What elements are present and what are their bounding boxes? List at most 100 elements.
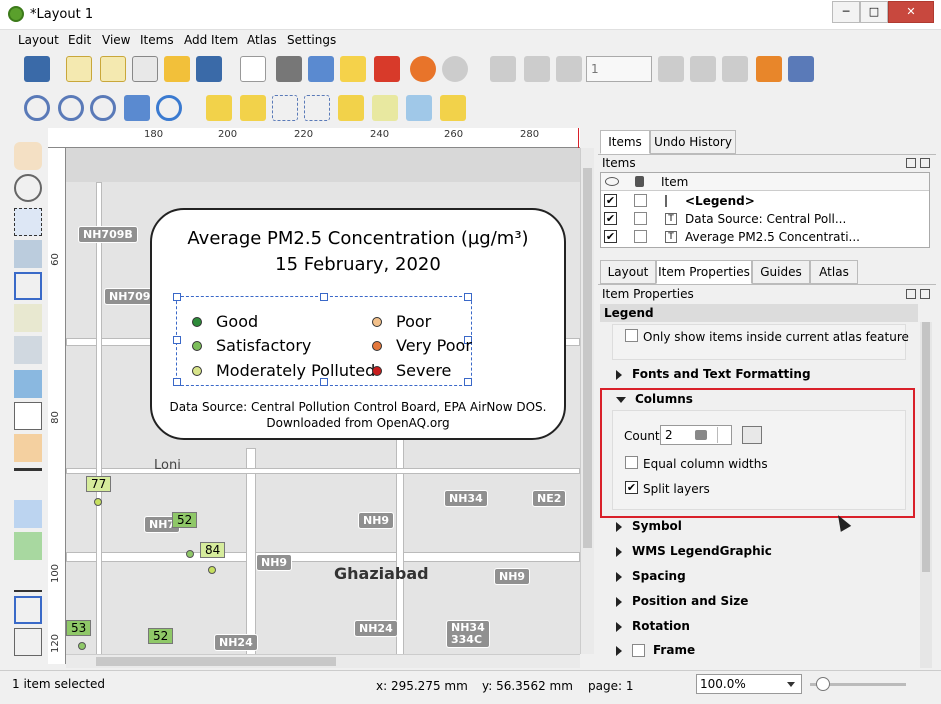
horizontal-scrollbar[interactable] xyxy=(66,654,580,668)
scrollbar-thumb[interactable] xyxy=(96,657,336,666)
aq-marker[interactable] xyxy=(208,566,216,574)
aq-marker-label[interactable]: 52 xyxy=(172,512,198,528)
maximize-button[interactable]: □ xyxy=(860,1,888,23)
add-legend-icon[interactable] xyxy=(14,434,42,462)
last-feature-icon[interactable] xyxy=(690,56,716,82)
item-row[interactable]: ✔ <Legend> xyxy=(601,192,929,210)
count-spinbox[interactable]: 2 xyxy=(660,425,732,445)
selection-handle[interactable] xyxy=(464,378,472,386)
section-rotation[interactable]: Rotation xyxy=(616,619,690,633)
menu-atlas[interactable]: Atlas xyxy=(247,33,277,47)
add-map-icon[interactable] xyxy=(14,304,42,332)
menu-edit[interactable]: Edit xyxy=(68,33,91,47)
zoom-tool-icon[interactable] xyxy=(14,174,42,202)
lock-checkbox[interactable] xyxy=(634,212,647,225)
close-panel-icon[interactable] xyxy=(920,289,930,299)
scrollbar-thumb[interactable] xyxy=(922,322,930,572)
aq-marker[interactable] xyxy=(186,550,194,558)
aq-marker[interactable] xyxy=(78,642,86,650)
section-fonts[interactable]: Fonts and Text Formatting xyxy=(616,367,811,381)
move-content-icon[interactable] xyxy=(14,240,42,268)
add-3d-map-icon[interactable] xyxy=(14,336,42,364)
add-north-arrow-icon[interactable] xyxy=(14,500,42,528)
refresh-icon[interactable] xyxy=(156,95,182,121)
next-feature-icon[interactable] xyxy=(658,56,684,82)
tab-items[interactable]: Items xyxy=(600,130,650,154)
redo-icon[interactable] xyxy=(442,56,468,82)
selection-handle[interactable] xyxy=(173,336,181,344)
save-template-icon[interactable] xyxy=(196,56,222,82)
previous-feature-icon[interactable] xyxy=(556,56,582,82)
data-defined-override-icon[interactable] xyxy=(742,426,762,444)
frame-checkbox[interactable] xyxy=(632,644,645,657)
lock-checkbox[interactable] xyxy=(634,230,647,243)
add-shape-icon[interactable] xyxy=(14,532,42,560)
select-move-icon[interactable] xyxy=(14,208,42,236)
selection-handle[interactable] xyxy=(320,293,328,301)
item-row[interactable]: ✔ T Average PM2.5 Concentrati... xyxy=(601,228,929,246)
layout-manager-icon[interactable] xyxy=(132,56,158,82)
duplicate-layout-icon[interactable] xyxy=(100,56,126,82)
spin-up-down-icon[interactable] xyxy=(717,427,729,443)
vertical-scrollbar[interactable] xyxy=(580,148,594,654)
zoom-full-icon[interactable] xyxy=(124,95,150,121)
aq-marker-label[interactable]: 52 xyxy=(148,628,174,644)
add-pages-icon[interactable] xyxy=(240,56,266,82)
lock-checkbox[interactable] xyxy=(634,194,647,207)
atlas-page-input[interactable]: 1 xyxy=(586,56,652,82)
item-row[interactable]: ✔ T Data Source: Central Poll... xyxy=(601,210,929,228)
close-panel-icon[interactable] xyxy=(920,158,930,168)
menu-settings[interactable]: Settings xyxy=(287,33,336,47)
zoom-in-icon[interactable] xyxy=(24,95,50,121)
atlas-settings-icon[interactable] xyxy=(788,56,814,82)
add-arrow-icon[interactable] xyxy=(14,564,42,592)
zoom-out-icon[interactable] xyxy=(58,95,84,121)
float-panel-icon[interactable] xyxy=(906,289,916,299)
save-icon[interactable] xyxy=(24,56,50,82)
zoom-actual-icon[interactable] xyxy=(90,95,116,121)
export-atlas-icon[interactable] xyxy=(756,56,782,82)
visibility-checkbox[interactable]: ✔ xyxy=(604,212,617,225)
pan-icon[interactable] xyxy=(14,142,42,170)
menu-items[interactable]: Items xyxy=(140,33,174,47)
visibility-checkbox[interactable]: ✔ xyxy=(604,194,617,207)
tab-atlas[interactable]: Atlas xyxy=(810,260,858,284)
split-layers-checkbox[interactable]: ✔ xyxy=(625,481,638,494)
minimize-button[interactable]: ─ xyxy=(832,1,860,23)
edit-nodes-icon[interactable] xyxy=(14,272,42,300)
open-folder-icon[interactable] xyxy=(164,56,190,82)
scrollbar-thumb[interactable] xyxy=(583,168,592,548)
export-pdf-icon[interactable] xyxy=(374,56,400,82)
first-feature-icon[interactable] xyxy=(524,56,550,82)
clear-icon[interactable] xyxy=(695,430,707,440)
tab-layout[interactable]: Layout xyxy=(600,260,656,284)
atlas-feature-checkbox[interactable] xyxy=(625,329,638,342)
export-svg-icon[interactable] xyxy=(340,56,366,82)
section-frame[interactable]: Frame xyxy=(616,643,695,657)
menu-layout[interactable]: Layout xyxy=(18,33,59,47)
selection-handle[interactable] xyxy=(173,293,181,301)
selection-handle[interactable] xyxy=(464,293,472,301)
aq-marker[interactable] xyxy=(94,498,102,506)
tab-guides[interactable]: Guides xyxy=(752,260,810,284)
lock-items-icon[interactable] xyxy=(206,95,232,121)
align-items-icon[interactable] xyxy=(372,95,398,121)
menu-add-item[interactable]: Add Item xyxy=(184,33,238,47)
print-atlas-icon[interactable] xyxy=(722,56,748,82)
atlas-preview-icon[interactable] xyxy=(490,56,516,82)
add-label-icon[interactable] xyxy=(14,402,42,430)
section-symbol[interactable]: Symbol xyxy=(616,519,682,533)
aq-marker-label[interactable]: 84 xyxy=(200,542,226,558)
add-node-item-icon[interactable] xyxy=(14,596,42,624)
close-button[interactable]: ✕ xyxy=(888,1,934,23)
section-spacing[interactable]: Spacing xyxy=(616,569,686,583)
aq-marker-label[interactable]: 53 xyxy=(66,620,92,636)
properties-scrollbar[interactable] xyxy=(920,322,932,668)
section-columns[interactable]: Columns xyxy=(616,392,693,406)
zoom-slider-handle[interactable] xyxy=(816,677,830,691)
selection-handle[interactable] xyxy=(173,378,181,386)
legend-frame[interactable]: Average PM2.5 Concentration (µg/m³) 15 F… xyxy=(150,208,566,440)
undo-icon[interactable] xyxy=(410,56,436,82)
tab-undo-history[interactable]: Undo History xyxy=(650,130,736,154)
add-picture-icon[interactable] xyxy=(14,370,42,398)
